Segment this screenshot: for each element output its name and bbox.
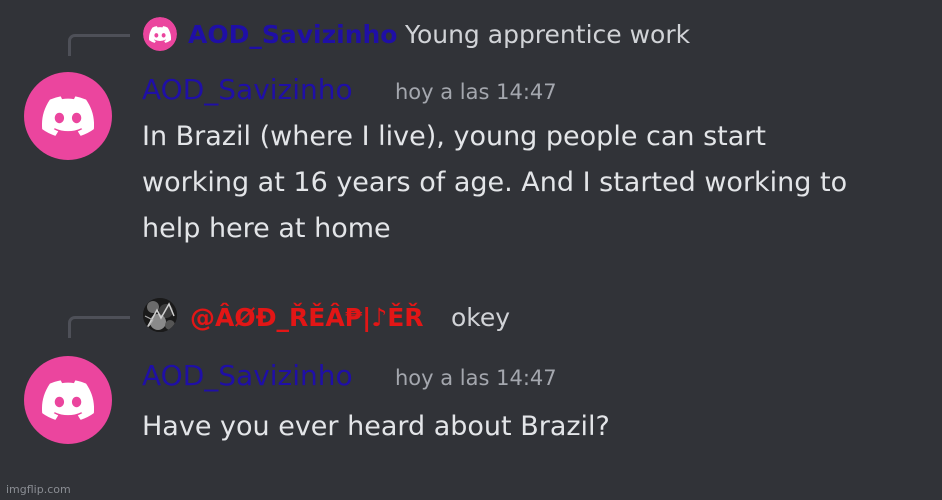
message-timestamp[interactable]: hoy a las 14:47 bbox=[395, 368, 557, 389]
discord-logo-icon bbox=[42, 380, 94, 420]
reply-connector bbox=[68, 34, 130, 56]
reply-preview-text[interactable]: okey bbox=[451, 305, 510, 330]
message-line: working at 16 years of age. And I starte… bbox=[142, 167, 848, 198]
author-name[interactable]: AOD_Savizinho bbox=[142, 76, 353, 104]
message-line: In Brazil (where I live), young people c… bbox=[142, 121, 766, 152]
message-line: help here at home bbox=[142, 213, 391, 244]
reply-author-name[interactable]: AOD_Savizinho bbox=[188, 22, 398, 47]
reply-preview-text[interactable]: Young apprentice work bbox=[405, 22, 690, 47]
reply-author-name[interactable]: @ÂØĐ_ŘĚÂ₱|♪ĚŘ bbox=[190, 305, 424, 330]
reply-avatar[interactable] bbox=[143, 17, 177, 51]
reply-avatar[interactable] bbox=[143, 298, 177, 332]
message-line: Have you ever heard about Brazil? bbox=[142, 411, 610, 442]
discord-logo-icon bbox=[149, 25, 171, 43]
watermark: imgflip.com bbox=[6, 483, 71, 496]
discord-logo-avatar bbox=[143, 17, 177, 51]
discord-logo-icon bbox=[42, 96, 94, 136]
message-content: In Brazil (where I live), young people c… bbox=[142, 114, 847, 252]
message-content: Have you ever heard about Brazil? bbox=[142, 404, 610, 450]
reply-connector bbox=[68, 316, 130, 338]
reaper-avatar-image bbox=[143, 298, 177, 332]
message-timestamp[interactable]: hoy a las 14:47 bbox=[395, 82, 557, 103]
author-avatar[interactable] bbox=[24, 72, 112, 160]
author-name[interactable]: AOD_Savizinho bbox=[142, 362, 353, 390]
author-avatar[interactable] bbox=[24, 356, 112, 444]
